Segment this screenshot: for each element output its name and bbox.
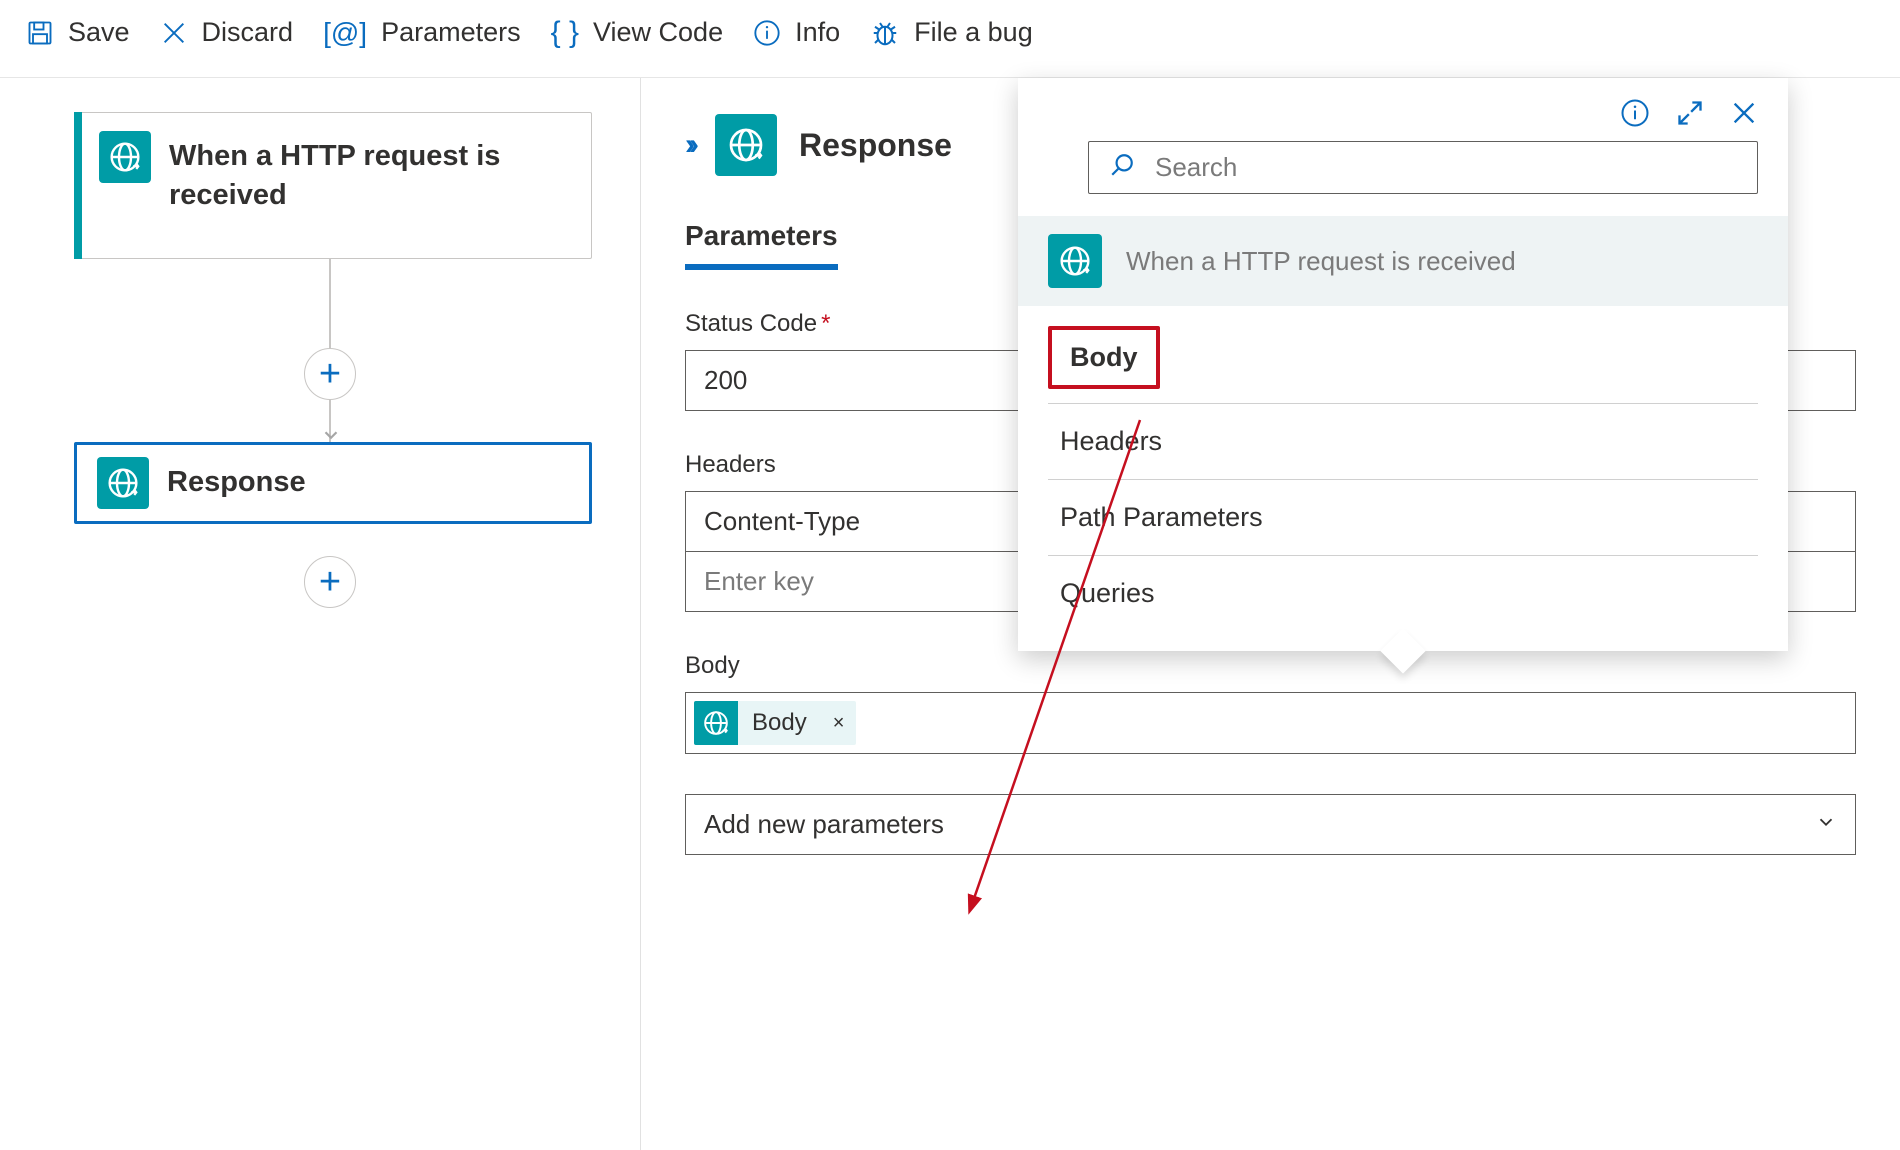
save-button[interactable]: Save [26,17,130,48]
workflow-canvas: When a HTTP request is received + Respon… [0,78,640,1150]
body-token[interactable]: Body × [694,701,856,745]
add-step-button[interactable]: + [304,556,356,608]
option-headers[interactable]: Headers [1048,404,1758,480]
search-icon [1109,152,1135,183]
info-icon[interactable] [1620,98,1650,133]
parameters-label: Parameters [381,17,521,48]
http-icon [1048,234,1102,288]
discard-label: Discard [202,17,294,48]
discard-button[interactable]: Discard [160,17,294,48]
expand-icon[interactable] [1676,99,1704,132]
http-icon [97,457,149,509]
info-icon [753,19,781,47]
body-input[interactable]: Body × [685,692,1856,754]
body-label: Body [685,652,1856,680]
body-field: Body Body × [685,652,1856,754]
response-card[interactable]: Response [74,442,592,524]
add-step-button[interactable]: + [304,348,356,400]
body-token-label: Body [738,709,821,737]
save-label: Save [68,17,130,48]
search-placeholder: Search [1155,152,1737,183]
bug-label: File a bug [914,17,1033,48]
option-queries[interactable]: Queries [1048,556,1758,631]
close-icon[interactable] [1730,99,1758,132]
connector-line [329,259,331,351]
toolbar: Save Discard [@] Parameters { } View Cod… [0,0,1900,78]
http-icon [694,701,738,745]
response-label: Response [167,463,306,502]
option-body[interactable]: Body [1048,326,1160,389]
file-bug-button[interactable]: File a bug [870,17,1033,48]
view-code-button[interactable]: { } View Code [551,16,723,50]
tab-parameters[interactable]: Parameters [685,220,838,270]
info-button[interactable]: Info [753,17,840,48]
parameters-icon: [@] [323,17,367,49]
remove-token-button[interactable]: × [821,712,857,735]
view-code-label: View Code [593,17,723,48]
panel-title: Response [799,127,952,164]
parameters-button[interactable]: [@] Parameters [323,17,521,49]
search-input[interactable]: Search [1088,141,1758,194]
trigger-label: When a HTTP request is received [169,131,529,215]
close-icon [160,19,188,47]
chevron-down-icon [1815,809,1837,840]
save-icon [26,19,54,47]
http-icon [99,131,151,183]
add-new-parameters-dropdown[interactable]: Add new parameters [685,794,1856,855]
card-accent [74,112,82,259]
bug-icon [870,18,900,48]
add-new-parameters-label: Add new parameters [704,809,944,840]
braces-icon: { } [551,16,579,50]
source-trigger-label: When a HTTP request is received [1126,246,1516,277]
popover-toolbar [1018,78,1788,133]
info-label: Info [795,17,840,48]
dynamic-content-popover: Search When a HTTP request is received B… [1018,78,1788,651]
option-path-parameters[interactable]: Path Parameters [1048,480,1758,556]
source-trigger-row[interactable]: When a HTTP request is received [1018,216,1788,306]
http-icon [715,114,777,176]
trigger-card[interactable]: When a HTTP request is received [74,112,592,259]
collapse-button[interactable]: ›› [685,128,693,162]
option-list: Body Headers Path Parameters Queries [1018,306,1788,631]
